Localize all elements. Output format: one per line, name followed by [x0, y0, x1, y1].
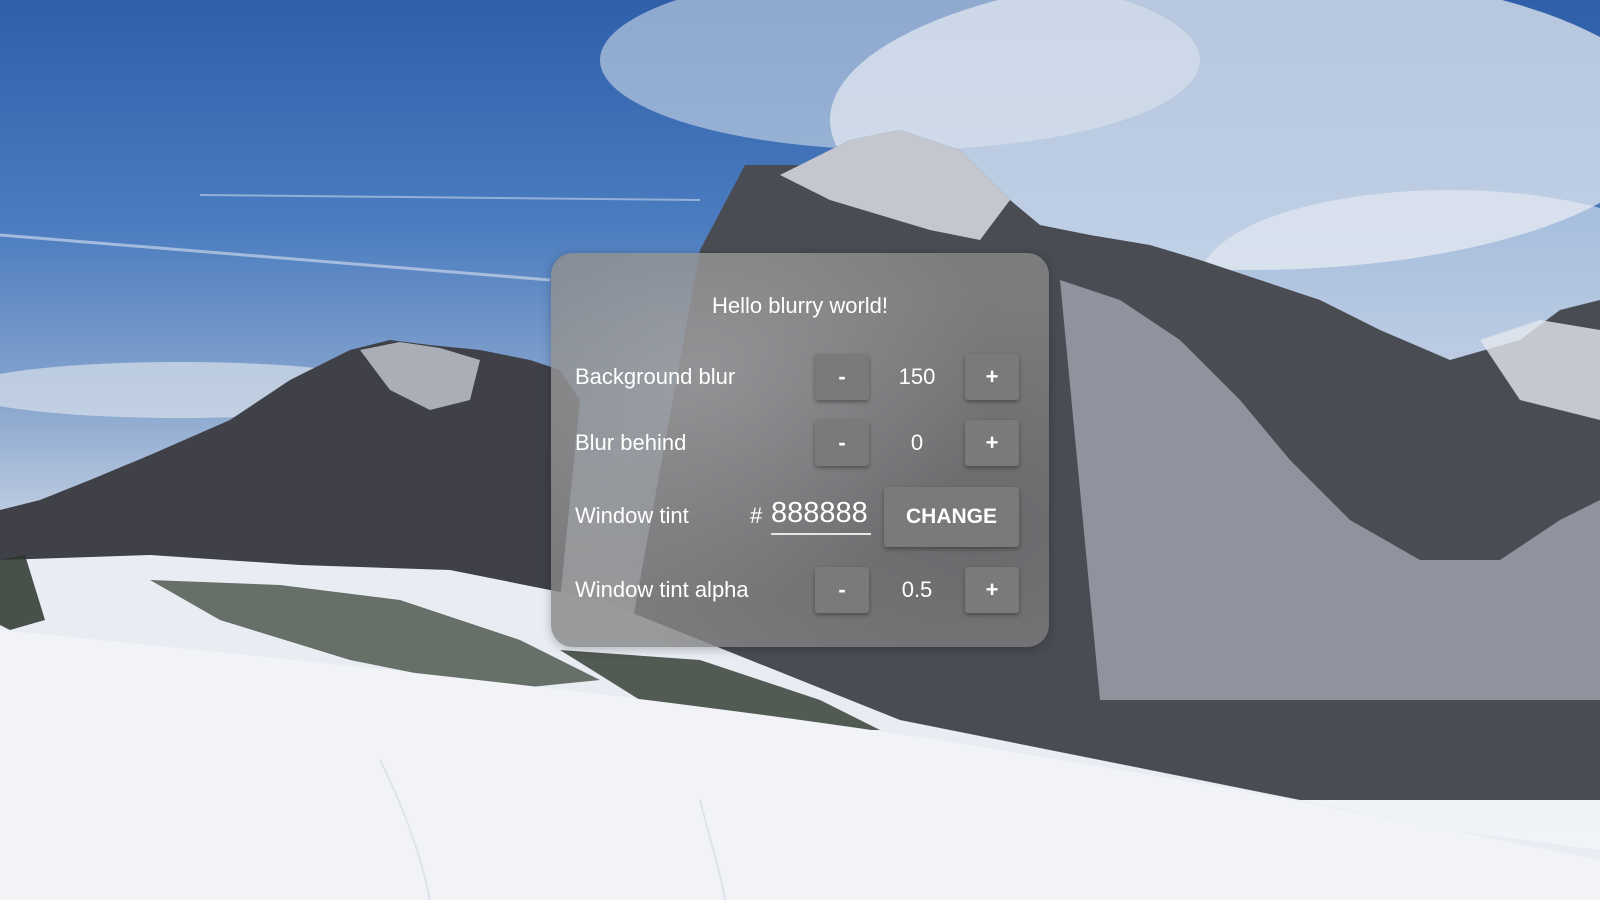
background-blur-row: Background blur - 150 + — [575, 354, 1019, 400]
blur-behind-label: Blur behind — [575, 430, 687, 455]
window-tint-label: Window tint — [575, 503, 689, 528]
window-tint-alpha-value: 0.5 — [901, 577, 933, 602]
background-blur-label: Background blur — [575, 364, 736, 389]
window-tint-row: Window tint # CHANGE — [575, 487, 1019, 547]
blur-behind-decrease-button[interactable]: - — [815, 420, 869, 466]
background-blur-increase-button[interactable]: + — [965, 354, 1019, 400]
blur-behind-value: 0 — [910, 430, 924, 455]
window-tint-alpha-decrease-button[interactable]: - — [815, 567, 869, 613]
window-tint-alpha-row: Window tint alpha - 0.5 + — [575, 567, 1019, 613]
window-tint-alpha-increase-button[interactable]: + — [965, 567, 1019, 613]
background-blur-decrease-button[interactable]: - — [815, 354, 869, 400]
window-tint-alpha-label: Window tint alpha — [575, 577, 749, 602]
window-tint-hex-input[interactable] — [771, 493, 871, 535]
blur-behind-row: Blur behind - 0 + — [575, 420, 1019, 466]
window-title: Hello blurry world! — [711, 293, 889, 318]
window-tint-change-button[interactable]: CHANGE — [884, 487, 1019, 547]
background-blur-value: 150 — [898, 364, 936, 389]
blur-settings-window: Hello blurry world! Background blur - 15… — [551, 253, 1049, 647]
blur-behind-increase-button[interactable]: + — [965, 420, 1019, 466]
hash-prefix: # — [750, 503, 763, 528]
